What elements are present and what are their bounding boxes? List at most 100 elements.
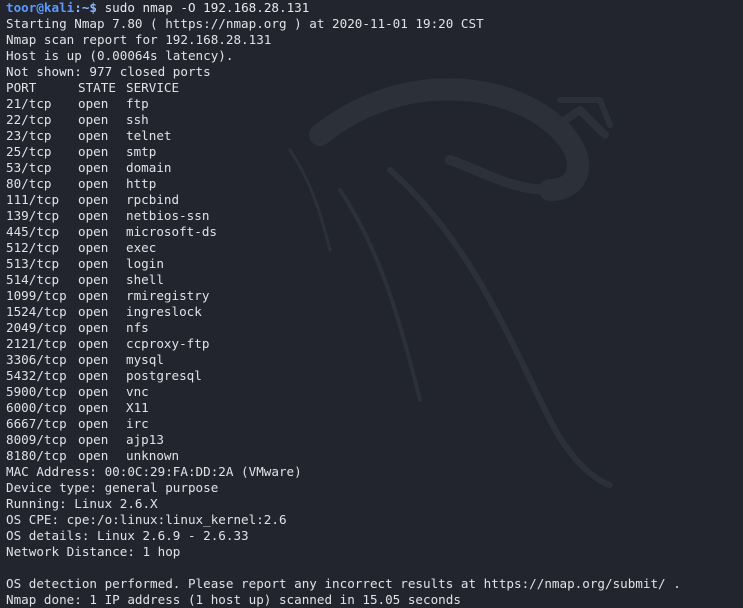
- port-row: 512/tcp open exec: [6, 240, 681, 256]
- state-cell: open: [78, 192, 109, 207]
- state-cell: open: [78, 224, 109, 239]
- service-cell: vnc: [126, 384, 149, 399]
- state-cell: open: [78, 400, 109, 415]
- port-row: 6000/tcp open X11: [6, 400, 681, 416]
- service-cell: postgresql: [126, 368, 202, 383]
- port-row: 2121/tcp open ccproxy-ftp: [6, 336, 681, 352]
- port-row: 80/tcp open http: [6, 176, 681, 192]
- output-line: Not shown: 977 closed ports: [6, 64, 211, 79]
- state-cell: open: [78, 160, 109, 175]
- service-cell: smtp: [126, 144, 157, 159]
- port-cell: 2049/tcp: [6, 320, 67, 335]
- service-cell: rmiregistry: [126, 288, 210, 303]
- port-row: 111/tcp open rpcbind: [6, 192, 681, 208]
- port-row: 8009/tcp open ajp13: [6, 432, 681, 448]
- output-line: Nmap done: 1 IP address (1 host up) scan…: [6, 592, 461, 607]
- output-line: OS details: Linux 2.6.9 - 2.6.33: [6, 528, 249, 543]
- service-cell: http: [126, 176, 157, 191]
- port-cell: 23/tcp: [6, 128, 52, 143]
- output-line: Running: Linux 2.6.X: [6, 496, 158, 511]
- port-row: 2049/tcp open nfs: [6, 320, 681, 336]
- port-cell: 5900/tcp: [6, 384, 67, 399]
- state-cell: open: [78, 432, 109, 447]
- service-cell: nfs: [126, 320, 149, 335]
- port-cell: 21/tcp: [6, 96, 52, 111]
- port-cell: 6000/tcp: [6, 400, 67, 415]
- port-cell: 2121/tcp: [6, 336, 67, 351]
- state-cell: open: [78, 240, 109, 255]
- port-cell: 139/tcp: [6, 208, 60, 223]
- output-line: Network Distance: 1 hop: [6, 544, 181, 559]
- port-table-header: PORT STATE SERVICE: [6, 80, 681, 96]
- terminal-output: toor@kali:~$ sudo nmap -O 192.168.28.131…: [6, 0, 681, 608]
- output-line: OS detection performed. Please report an…: [6, 576, 681, 591]
- prompt-user-host: toor@kali: [6, 0, 75, 15]
- port-row: 3306/tcp open mysql: [6, 352, 681, 368]
- state-cell: open: [78, 336, 109, 351]
- port-row: 22/tcp open ssh: [6, 112, 681, 128]
- port-row: 513/tcp open login: [6, 256, 681, 272]
- output-line: Starting Nmap 7.80 ( https://nmap.org ) …: [6, 16, 484, 31]
- output-line: MAC Address: 00:0C:29:FA:DD:2A (VMware): [6, 464, 302, 479]
- column-header: SERVICE: [126, 80, 180, 95]
- port-cell: 514/tcp: [6, 272, 60, 287]
- port-cell: 8009/tcp: [6, 432, 67, 447]
- column-header: PORT: [6, 80, 37, 95]
- service-cell: ajp13: [126, 432, 164, 447]
- port-row: 5432/tcp open postgresql: [6, 368, 681, 384]
- service-cell: netbios-ssn: [126, 208, 210, 223]
- service-cell: unknown: [126, 448, 180, 463]
- port-cell: 513/tcp: [6, 256, 60, 271]
- port-cell: 8180/tcp: [6, 448, 67, 463]
- state-cell: open: [78, 128, 109, 143]
- port-cell: 3306/tcp: [6, 352, 67, 367]
- state-cell: open: [78, 384, 109, 399]
- port-row: 514/tcp open shell: [6, 272, 681, 288]
- port-cell: 111/tcp: [6, 192, 60, 207]
- state-cell: open: [78, 352, 109, 367]
- state-cell: open: [78, 96, 109, 111]
- service-cell: microsoft-ds: [126, 224, 217, 239]
- port-row: 5900/tcp open vnc: [6, 384, 681, 400]
- port-cell: 53/tcp: [6, 160, 52, 175]
- service-cell: mysql: [126, 352, 164, 367]
- port-row: 8180/tcp open unknown: [6, 448, 681, 464]
- service-cell: ssh: [126, 112, 149, 127]
- prompt-line: toor@kali:~$ sudo nmap -O 192.168.28.131: [6, 0, 681, 16]
- terminal-window[interactable]: toor@kali:~$ sudo nmap -O 192.168.28.131…: [0, 0, 743, 608]
- service-cell: irc: [126, 416, 149, 431]
- port-row: 53/tcp open domain: [6, 160, 681, 176]
- state-cell: open: [78, 288, 109, 303]
- state-cell: open: [78, 416, 109, 431]
- state-cell: open: [78, 368, 109, 383]
- service-cell: X11: [126, 400, 149, 415]
- prompt-command: sudo nmap -O 192.168.28.131: [104, 0, 310, 15]
- output-line: Host is up (0.00064s latency).: [6, 48, 234, 63]
- state-cell: open: [78, 208, 109, 223]
- state-cell: open: [78, 448, 109, 463]
- port-cell: 80/tcp: [6, 176, 52, 191]
- state-cell: open: [78, 304, 109, 319]
- port-row: 1099/tcp open rmiregistry: [6, 288, 681, 304]
- port-row: 21/tcp open ftp: [6, 96, 681, 112]
- port-row: 25/tcp open smtp: [6, 144, 681, 160]
- port-cell: 445/tcp: [6, 224, 60, 239]
- state-cell: open: [78, 112, 109, 127]
- port-row: 23/tcp open telnet: [6, 128, 681, 144]
- service-cell: rpcbind: [126, 192, 180, 207]
- state-cell: open: [78, 320, 109, 335]
- port-cell: 5432/tcp: [6, 368, 67, 383]
- service-cell: ftp: [126, 96, 149, 111]
- service-cell: ingreslock: [126, 304, 202, 319]
- service-cell: domain: [126, 160, 172, 175]
- output-line: Device type: general purpose: [6, 480, 219, 495]
- port-row: 1524/tcp open ingreslock: [6, 304, 681, 320]
- port-cell: 25/tcp: [6, 144, 52, 159]
- service-cell: ccproxy-ftp: [126, 336, 210, 351]
- state-cell: open: [78, 256, 109, 271]
- port-cell: 1099/tcp: [6, 288, 67, 303]
- port-cell: 22/tcp: [6, 112, 52, 127]
- service-cell: exec: [126, 240, 157, 255]
- port-cell: 6667/tcp: [6, 416, 67, 431]
